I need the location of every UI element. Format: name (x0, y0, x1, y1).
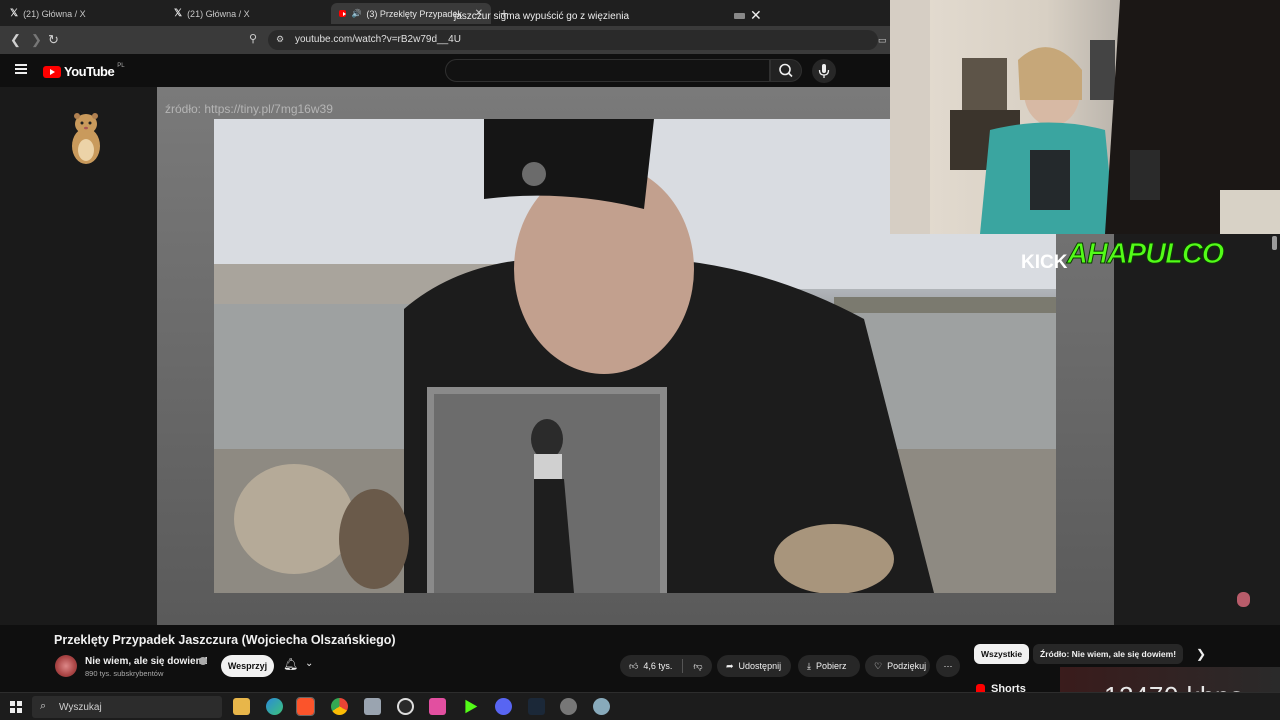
chevron-down-icon[interactable]: ⌄ (305, 658, 313, 669)
subscriber-count: 890 tys. subskrybentów (85, 669, 164, 678)
brave-icon[interactable] (296, 697, 315, 716)
webcam-image (890, 0, 1280, 234)
youtube-header: YouTube PL (0, 54, 890, 87)
download-icon: ⤓ (807, 660, 811, 671)
share-button[interactable]: ➦ Udostępnij (717, 655, 791, 677)
steam-icon[interactable] (528, 698, 545, 715)
youtube-play-icon (43, 65, 61, 78)
hamster-sticker-icon (72, 113, 100, 164)
taskbar-search-placeholder: Wyszukaj (59, 702, 102, 713)
tab-x-1[interactable]: 𝕏 (21) Główna / X (2, 3, 162, 24)
windows-taskbar: ⌕ Wyszukaj (0, 692, 1280, 720)
share-label: Udostępnij (738, 661, 782, 671)
kick-label: KICK (1021, 252, 1068, 273)
app-icon[interactable] (593, 698, 610, 715)
thanks-label: Podziękuj (887, 661, 927, 671)
scrollbar-thumb[interactable] (1272, 236, 1277, 250)
thanks-button[interactable]: ♡ Podziękuj (865, 655, 930, 677)
streamer-channel-logo: AHAPULCO (1066, 238, 1224, 271)
kick-icon[interactable] (465, 699, 478, 714)
dislike-icon[interactable]: 👎︎ (693, 661, 702, 672)
download-label: Pobierz (815, 661, 847, 671)
like-dislike-pill: 👍︎ 4,6 tys. 👎︎ (620, 655, 712, 677)
streamer-webcam (890, 0, 1280, 234)
forward-icon[interactable]: ❯ (31, 32, 42, 48)
voice-search-button[interactable] (812, 59, 836, 83)
channel-name[interactable]: Nie wiem, ale się dowiem! (85, 656, 208, 667)
video-title: Przeklęty Przypadek Jaszczura (Wojciecha… (54, 633, 396, 647)
more-actions-button[interactable]: ⋯ (936, 655, 960, 677)
search-button[interactable] (770, 59, 802, 82)
cast-icon[interactable]: ▭ (878, 35, 887, 46)
url-text: youtube.com/watch?v=rB2w79d__4U (295, 34, 461, 45)
search-input[interactable] (445, 59, 770, 82)
country-code: PL (117, 62, 125, 69)
speaker-icon: 🔊 (351, 9, 362, 18)
obs-icon[interactable] (397, 698, 414, 715)
address-bar-row: ❮ ❯ ↻ ⚲ ⚙ youtube.com/watch?v=rB2w79d__4… (0, 26, 890, 54)
bell-icon[interactable]: 🔔︎ (283, 657, 298, 671)
x-logo-icon: 𝕏 (174, 8, 183, 19)
chrome-icon[interactable] (331, 698, 348, 715)
game-icon[interactable] (429, 698, 446, 715)
like-icon[interactable]: 👍︎ (629, 661, 638, 672)
search-icon (779, 63, 793, 78)
search-query-text: jaszczur sigma wypuścić go z więzienia (454, 11, 630, 22)
thanks-icon: ♡ (874, 660, 883, 671)
youtube-logo[interactable]: YouTube PL (43, 62, 125, 79)
channel-avatar[interactable] (55, 655, 77, 677)
bookmark-icon[interactable]: ⚲ (249, 32, 257, 45)
brain-sticker-icon (1237, 592, 1250, 607)
more-icon: ⋯ (943, 660, 953, 671)
chip-source-channel[interactable]: Źródło: Nie wiem, ale się dowiem! (1033, 644, 1184, 664)
tab-x-2[interactable]: 𝕏 (21) Główna / X (166, 3, 326, 24)
keyboard-icon[interactable] (734, 13, 745, 19)
file-explorer-icon[interactable] (233, 698, 250, 715)
tab-label: (3) Przeklęty Przypadek Jaszczu (366, 8, 463, 19)
divider (682, 659, 684, 673)
source-watermark: źródło: https://tiny.pl/7mg16w39 (165, 102, 333, 116)
edge-icon[interactable] (266, 698, 283, 715)
share-icon: ➦ (726, 660, 734, 671)
reload-icon[interactable]: ↻ (48, 32, 59, 48)
discord-icon[interactable] (495, 698, 512, 715)
back-icon[interactable]: ❮ (10, 32, 21, 48)
youtube-logo-text: YouTube (64, 64, 115, 79)
youtube-favicon-icon (339, 10, 347, 17)
tab-label: (21) Główna / X (23, 8, 86, 19)
x-logo-icon: 𝕏 (10, 8, 19, 19)
like-count[interactable]: 4,6 tys. (643, 661, 672, 671)
verified-icon (199, 657, 207, 665)
menu-icon[interactable] (15, 64, 27, 74)
chevron-right-icon[interactable]: ❯ (1196, 647, 1206, 661)
microphone-icon (818, 64, 830, 78)
stream-right-panel (1114, 234, 1280, 625)
clear-search-icon[interactable]: ✕ (750, 7, 762, 24)
support-button[interactable]: Wesprzyj (221, 655, 274, 677)
tab-label: (21) Główna / X (187, 8, 250, 19)
download-button[interactable]: ⤓ Pobierz (798, 655, 860, 677)
search-icon: ⌕ (40, 700, 47, 712)
settings-icon[interactable] (560, 698, 577, 715)
windows-start-icon[interactable] (10, 701, 22, 713)
app-icon[interactable] (364, 698, 381, 715)
site-info-icon[interactable]: ⚙ (276, 34, 284, 45)
chip-all[interactable]: Wszystkie (974, 644, 1030, 664)
